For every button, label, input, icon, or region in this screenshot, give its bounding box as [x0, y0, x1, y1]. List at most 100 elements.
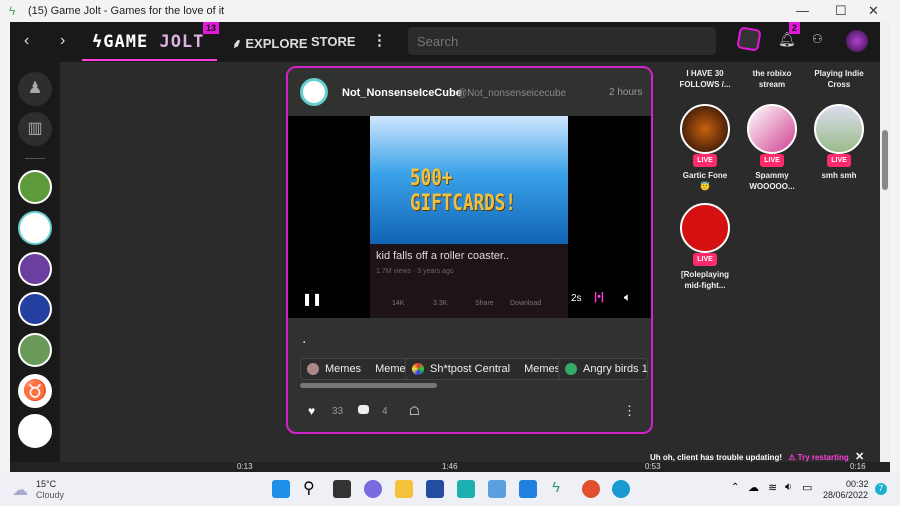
friends-icon[interactable]: ⚇ — [812, 32, 823, 46]
app-icon-2[interactable] — [519, 480, 537, 498]
sidebar-library-icon[interactable]: ▥ — [18, 112, 52, 146]
start-icon[interactable] — [272, 480, 290, 498]
onedrive-icon[interactable]: ☁ — [748, 481, 759, 494]
volume-tray-icon[interactable]: 🔉︎ — [785, 481, 792, 494]
sidebar-community-1[interactable] — [18, 170, 52, 204]
community-chip[interactable]: Memes Memes — [300, 358, 419, 380]
store-app-icon[interactable] — [426, 480, 444, 498]
author-handle[interactable]: @Not_nonsenseicecube — [457, 88, 566, 99]
community-chip[interactable]: Sh*tpost CentralMemes★ — [405, 358, 584, 380]
search-input[interactable] — [408, 27, 716, 55]
warning-icon: ⚠ — [788, 453, 796, 462]
battery-icon[interactable]: ▭ — [802, 481, 812, 494]
file-explorer-icon[interactable] — [395, 480, 413, 498]
live-badge: LIVE — [693, 154, 717, 167]
post-time: 2 hours — [609, 87, 643, 98]
video-speed[interactable]: 2s — [571, 293, 582, 304]
post-options-icon[interactable]: ⋮ — [623, 403, 636, 419]
video-player[interactable]: 500+ GIFTCARDS! kid falls off a roller c… — [288, 116, 651, 318]
community-icon — [307, 363, 319, 375]
toast-message: Uh oh, client has trouble updating! — [650, 453, 782, 462]
page-scrollbar[interactable] — [880, 22, 890, 468]
maximize-button[interactable]: ☐ — [835, 3, 847, 19]
edge-icon[interactable] — [612, 480, 630, 498]
gamejolt-logo[interactable]: ϟGAME JOLT — [92, 32, 204, 52]
sticker-icon[interactable]: ☖ — [409, 404, 420, 418]
explore-link[interactable]: ⸙ EXPLORE — [232, 34, 308, 52]
sidebar-community-3[interactable] — [18, 252, 52, 286]
teams-chat-icon[interactable] — [364, 480, 382, 498]
notepad-icon[interactable] — [488, 480, 506, 498]
scrollbar-thumb[interactable] — [882, 130, 888, 190]
explore-icon: ⸙ — [232, 36, 246, 51]
store-link[interactable]: STORE — [311, 34, 356, 49]
window-title: (15) Game Jolt - Games for the love of i… — [28, 5, 225, 17]
community-icon — [412, 363, 424, 375]
author-avatar[interactable] — [300, 78, 328, 106]
stream-title: smh smh — [821, 171, 857, 180]
stream-title: [Roleplaying mid-fight... — [680, 270, 729, 290]
chips-scrollbar[interactable] — [300, 383, 437, 388]
user-avatar[interactable] — [846, 30, 868, 52]
try-restarting-link[interactable]: Try restarting — [798, 453, 849, 462]
task-view-icon[interactable] — [333, 480, 351, 498]
weather-temp[interactable]: 15°C — [36, 479, 56, 489]
comment-icon[interactable] — [358, 405, 369, 414]
comment-count: 4 — [382, 406, 388, 417]
like-icon[interactable]: ♥ — [308, 404, 315, 418]
more-menu-icon[interactable]: ⋮ — [372, 31, 387, 49]
stream-item[interactable]: LIVE Gartic Fone 😇 — [672, 104, 738, 192]
stream-title: Playing Indie Cross — [814, 69, 864, 89]
sidebar-community-2[interactable] — [18, 211, 52, 245]
live-badge: LIVE — [760, 154, 784, 167]
back-button[interactable]: ‹ — [24, 32, 29, 50]
community-chip[interactable]: Angry birds 18 — [558, 358, 648, 380]
like-count: 33 — [332, 406, 344, 417]
pause-icon[interactable]: ❚❚ — [302, 292, 322, 306]
community-name: Sh*tpost Central — [430, 363, 511, 375]
close-window-button[interactable]: ✕ — [868, 3, 879, 19]
stream-title: Gartic Fone — [682, 171, 728, 180]
author-name[interactable]: Not_NonsenseIceCube — [342, 87, 462, 99]
stream-emoji: 😇 — [700, 182, 710, 191]
post-body: . — [302, 330, 307, 347]
stream-avatar — [747, 104, 797, 154]
sidebar-home-icon[interactable]: ♟ — [18, 72, 52, 106]
clock-date[interactable]: 28/06/2022 — [823, 490, 868, 500]
paint-icon[interactable] — [582, 480, 600, 498]
search-icon[interactable]: ⚲ — [303, 478, 315, 498]
app-icon[interactable] — [457, 480, 475, 498]
notification-center-badge[interactable]: 7 — [875, 483, 887, 495]
top-bar: ‹ › ϟGAME JOLT 13 ⸙ EXPLORE STORE ⋮ 🔔︎ 2… — [10, 22, 880, 62]
background-video-strip: 0:13 1:46 0:53 0:16 — [10, 462, 890, 472]
community-icon — [565, 363, 577, 375]
clock-time[interactable]: 00:32 — [846, 479, 869, 489]
sidebar-community-6[interactable]: ♉ — [18, 374, 52, 408]
video-meta: 1.7M views · 3 years ago — [376, 268, 454, 275]
gamejolt-favicon-icon: ϟ — [9, 4, 16, 18]
stream-title: I HAVE 30 FOLLOWS /... — [679, 69, 731, 89]
weather-desc[interactable]: Cloudy — [36, 490, 64, 500]
logo-badge: 13 — [203, 22, 220, 34]
stream-item[interactable]: Playing Indie Cross — [806, 68, 872, 90]
sidebar-community-7[interactable] — [18, 414, 52, 448]
active-underline — [82, 59, 217, 61]
thumbnail-text: 500+ GIFTCARDS! — [410, 166, 516, 216]
stream-item[interactable]: the robixo stream — [739, 68, 805, 90]
stream-item[interactable]: LIVE [Roleplaying mid-fight... — [672, 203, 738, 291]
stream-avatar — [680, 203, 730, 253]
quests-icon[interactable] — [736, 26, 762, 52]
gamejolt-taskbar-icon[interactable]: ϟ — [552, 479, 560, 496]
tray-chevron-icon[interactable]: ⌃ — [731, 482, 739, 493]
sidebar-community-5[interactable] — [18, 333, 52, 367]
scrubber-icon[interactable]: |•| — [594, 291, 604, 303]
forward-button[interactable]: › — [60, 32, 65, 50]
stream-item[interactable]: LIVE Spammy WOOOOO... — [739, 104, 805, 192]
video-frame-lower: kid falls off a roller coaster.. 1.7M vi… — [370, 244, 568, 318]
minimize-button[interactable]: — — [796, 3, 809, 18]
volume-icon[interactable]: 🔈︎ — [624, 290, 631, 305]
stream-item[interactable]: LIVE smh smh — [806, 104, 872, 181]
stream-item[interactable]: I HAVE 30 FOLLOWS /... — [672, 68, 738, 90]
wifi-icon[interactable]: ≋ — [768, 481, 777, 494]
sidebar-community-4[interactable] — [18, 292, 52, 326]
